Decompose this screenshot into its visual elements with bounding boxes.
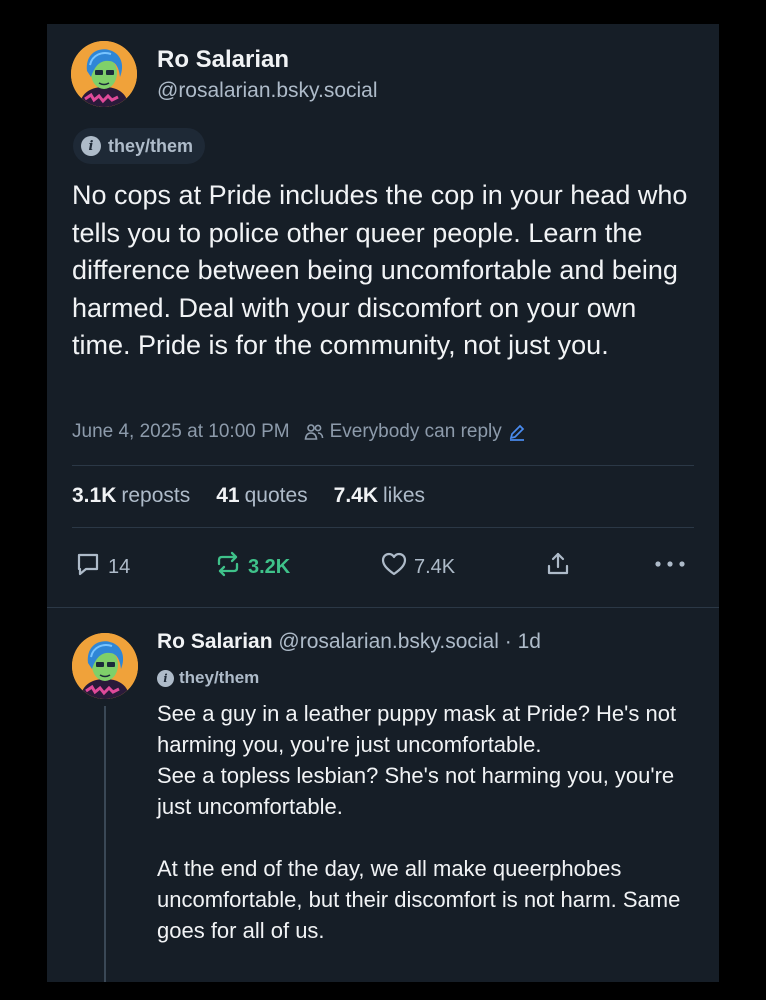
info-icon: i [157,669,174,687]
more-options-button[interactable] [652,550,688,584]
like-count: 7.4K [414,555,456,578]
reply-setting: Everybody can reply [329,421,502,442]
thread-line [104,706,106,982]
pronouns-label: they/them [108,135,194,156]
author-handle[interactable]: @rosalarian.bsky.social [157,79,378,103]
avatar-illustration [72,633,138,699]
repost-count: 3.2K [248,555,291,578]
reply-avatar[interactable] [72,633,138,699]
share-button[interactable] [544,550,572,584]
heart-icon [380,550,408,584]
post-timestamp: June 4, 2025 at 10:00 PM [72,421,290,442]
pronouns-badge: i they/them [73,128,206,164]
people-icon [304,422,324,442]
likes-label: likes [383,484,426,507]
info-icon: i [81,136,101,156]
avatar[interactable] [71,41,137,107]
divider [72,465,694,466]
like-button[interactable]: 7.4K [380,550,455,584]
author-display-name[interactable]: Ro Salarian [157,46,289,74]
reposts-stat[interactable]: 3.1K reposts [72,484,190,508]
engagement-stats: 3.1K reposts 41 quotes 7.4K likes [72,484,425,508]
reply-count: 14 [108,555,131,578]
post-thread-panel: Ro Salarian @rosalarian.bsky.social i th… [47,24,719,982]
divider [47,607,719,608]
pencil-icon[interactable] [508,423,526,441]
quotes-stat[interactable]: 41 quotes [216,484,307,508]
reply-author-name[interactable]: Ro Salarian [157,630,273,653]
reposts-label: reposts [121,484,191,507]
reposts-count: 3.1K [72,484,117,507]
likes-stat[interactable]: 7.4K likes [334,484,425,508]
post-actions: 14 3.2K 7.4K [72,550,694,586]
repost-icon [214,550,242,584]
reply-header: Ro Salarian @rosalarian.bsky.social · 1d [157,630,541,654]
avatar-illustration [71,41,137,107]
post-meta: June 4, 2025 at 10:00 PM Everybody can r… [72,421,526,443]
reply-pronouns-badge: i they/them [157,668,259,688]
likes-count: 7.4K [333,484,379,507]
divider [72,527,694,528]
post-body: No cops at Pride includes the cop in you… [72,180,688,360]
reply-button[interactable]: 14 [74,550,130,584]
reply-pronouns-label: they/them [179,668,260,687]
reply-handle-time[interactable]: @rosalarian.bsky.social · 1d [278,630,541,653]
share-icon [544,550,572,584]
reply-icon [74,550,102,584]
quotes-count: 41 [216,484,240,507]
reply-body: See a guy in a leather puppy mask at Pri… [157,701,681,943]
more-icon [652,550,688,584]
quotes-label: quotes [244,484,308,507]
repost-button[interactable]: 3.2K [214,550,290,584]
